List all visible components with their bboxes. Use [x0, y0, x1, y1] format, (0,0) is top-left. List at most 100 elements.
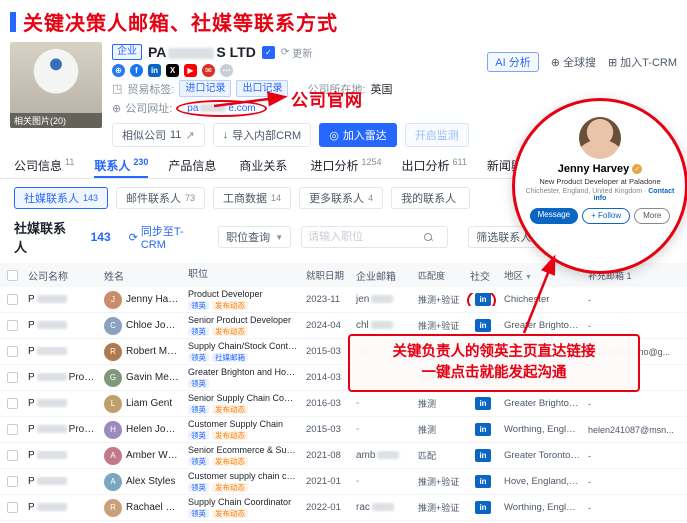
- company-mask: [37, 425, 67, 433]
- cell-date: 2024-04: [302, 320, 352, 331]
- linkedin-profile-icon[interactable]: in: [475, 293, 491, 306]
- ai-analysis-button[interactable]: AI 分析: [487, 52, 538, 72]
- cell-email: amb: [352, 450, 414, 461]
- tab-contacts[interactable]: 联系人230: [94, 157, 148, 178]
- website-icon[interactable]: ⊕: [112, 64, 125, 77]
- similar-companies-button[interactable]: 相似公司11↗: [112, 123, 205, 147]
- chip-more-contacts[interactable]: 更多联系人4: [299, 187, 383, 209]
- linkedin-profile-icon[interactable]: in: [475, 423, 491, 436]
- position-search-box: [301, 226, 448, 248]
- location-value: 英国: [371, 81, 393, 97]
- linkedin-profile-icon[interactable]: in: [475, 475, 491, 488]
- company-mask: [37, 373, 67, 381]
- cell-extra-email: -: [584, 451, 687, 461]
- row-checkbox[interactable]: [7, 294, 18, 305]
- filter-icon[interactable]: ▼: [525, 274, 532, 281]
- table-row[interactable]: P LLiam Gent Senior Supply Chain Coordin…: [0, 391, 687, 417]
- cell-date: 2023-11: [302, 294, 352, 305]
- import-crm-button[interactable]: ↓导入内部CRM: [213, 123, 312, 147]
- tab-import-analysis[interactable]: 进口分析1254: [310, 157, 381, 178]
- join-radar-button[interactable]: ◎加入雷达: [319, 123, 397, 147]
- table-row[interactable]: P RRachael Kelly Supply Chain Coordinato…: [0, 495, 687, 521]
- row-checkbox[interactable]: [7, 346, 18, 357]
- cell-region: Chichester: [500, 294, 584, 305]
- chip-registry-data[interactable]: 工商数据14: [213, 187, 291, 209]
- linkedin-profile-icon[interactable]: in: [475, 449, 491, 462]
- global-search-button[interactable]: ⊕全球搜: [551, 54, 596, 70]
- linkedin-profile-icon[interactable]: in: [475, 319, 491, 332]
- follow-button[interactable]: + Follow: [582, 208, 630, 224]
- trade-tag-export[interactable]: 出口记录: [236, 80, 288, 97]
- cell-social: in: [466, 475, 500, 488]
- email-icon[interactable]: ✉: [202, 64, 215, 77]
- tab-business-relations[interactable]: 商业关系: [239, 157, 290, 178]
- table-row[interactable]: P JJenny Harvey Product Developer领英发布动态 …: [0, 287, 687, 313]
- row-checkbox[interactable]: [7, 450, 18, 461]
- sync-tcrm-button[interactable]: ⟳同步至T-CRM: [129, 223, 209, 251]
- more-social-icon[interactable]: ⋯: [220, 64, 233, 77]
- linkedin-icon[interactable]: in: [148, 64, 161, 77]
- website-mask: [200, 104, 226, 112]
- table-row[interactable]: P AAlex Styles Customer supply chain coo…: [0, 469, 687, 495]
- cell-region: Greater Toronto Area: [500, 450, 584, 461]
- table-body: P JJenny Harvey Product Developer领英发布动态 …: [0, 287, 687, 523]
- cell-name: JJenny Harvey: [100, 291, 184, 309]
- table-row[interactable]: PProduc... HHelen Johnstone Customer Sup…: [0, 417, 687, 443]
- cell-match: 推测+验证: [414, 293, 466, 306]
- website-label: 公司网址:: [125, 100, 172, 116]
- company-photo[interactable]: 相关图片(20): [10, 42, 102, 128]
- cell-company: P: [24, 450, 100, 461]
- row-checkbox[interactable]: [7, 476, 18, 487]
- join-tcrm-button[interactable]: ⊞加入T-CRM: [608, 54, 677, 70]
- linkedin-profile-icon[interactable]: in: [475, 501, 491, 514]
- table-row[interactable]: P AAmber Whitty Senior Ecommerce & Suppl…: [0, 443, 687, 469]
- row-checkbox[interactable]: [7, 372, 18, 383]
- row-checkbox[interactable]: [7, 424, 18, 435]
- tab-company-info[interactable]: 公司信息11: [14, 157, 74, 178]
- cell-match: 推测: [414, 423, 466, 436]
- tab-export-analysis[interactable]: 出口分析611: [401, 157, 466, 178]
- row-checkbox[interactable]: [7, 320, 18, 331]
- select-all-checkbox[interactable]: [7, 270, 18, 281]
- chip-my-contacts[interactable]: 我的联系人: [391, 187, 470, 209]
- x-twitter-icon[interactable]: X: [166, 64, 179, 77]
- company-website-link[interactable]: pae.com: [176, 100, 266, 117]
- more-button[interactable]: More: [634, 208, 670, 224]
- avatar: A: [104, 447, 122, 465]
- position-search-input[interactable]: [308, 231, 420, 243]
- cell-position: Product Developer领英发布动态: [184, 289, 302, 309]
- avatar: J: [104, 291, 122, 309]
- row-checkbox[interactable]: [7, 502, 18, 513]
- company-mask: [37, 503, 67, 511]
- cell-name: AAmber Whitty: [100, 447, 184, 465]
- row-checkbox[interactable]: [7, 398, 18, 409]
- photo-caption: 相关图片(20): [10, 113, 102, 128]
- cell-date: 2022-01: [302, 502, 352, 513]
- refresh-icon: ⟳: [281, 47, 289, 58]
- section-title: 社媒联系人: [14, 218, 79, 256]
- company-type-badge: 企业: [112, 44, 142, 60]
- linkedin-profile-icon[interactable]: in: [475, 397, 491, 410]
- position-query-dropdown[interactable]: 职位查询▼: [218, 226, 291, 248]
- cell-company: P: [24, 346, 100, 357]
- contact-tag: 领英: [188, 353, 209, 362]
- annotation-title: 关键决策人邮箱、社媒等联系方式: [23, 7, 338, 36]
- cell-name: RRobert Monta...: [100, 343, 184, 361]
- search-icon[interactable]: [424, 233, 433, 242]
- trade-tag-import[interactable]: 进口记录: [179, 80, 231, 97]
- start-monitor-button[interactable]: 开启监测: [405, 123, 469, 147]
- profile-avatar: [579, 117, 621, 159]
- facebook-icon[interactable]: f: [130, 64, 143, 77]
- youtube-icon[interactable]: ▶: [184, 64, 197, 77]
- contact-tag: 领英: [188, 431, 209, 440]
- chip-email-contacts[interactable]: 邮件联系人73: [116, 187, 205, 209]
- cell-extra-email: -: [584, 295, 687, 305]
- tab-products[interactable]: 产品信息: [168, 157, 219, 178]
- chip-social-contacts[interactable]: 社媒联系人143: [14, 187, 108, 209]
- refresh-button[interactable]: ⟳更新: [281, 45, 312, 60]
- cell-match: 推测: [414, 397, 466, 410]
- email-mask: [377, 451, 399, 459]
- avatar: L: [104, 395, 122, 413]
- message-button[interactable]: Message: [530, 208, 578, 224]
- email-mask: [372, 503, 394, 511]
